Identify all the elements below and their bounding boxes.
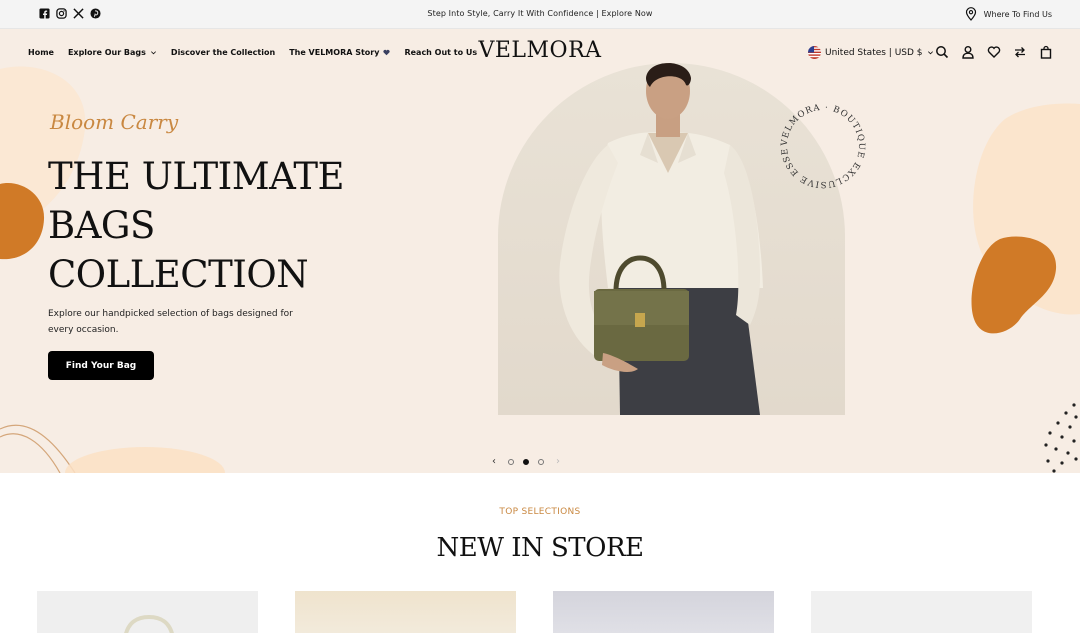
slider-dot-1[interactable] bbox=[508, 458, 514, 465]
header-actions bbox=[935, 45, 1053, 59]
hero-slider-controls: ‹ › bbox=[489, 456, 563, 467]
hero-script-title: Bloom Carry bbox=[50, 110, 179, 134]
us-flag-icon bbox=[808, 46, 821, 59]
decor-dots bbox=[1044, 403, 1078, 473]
compare-icon[interactable] bbox=[1013, 45, 1027, 59]
decor-blob-bottom bbox=[65, 447, 225, 473]
product-card[interactable] bbox=[811, 591, 1032, 633]
product-image bbox=[295, 591, 516, 633]
product-image bbox=[811, 591, 1032, 633]
region-currency-selector[interactable]: United States | USD $ bbox=[808, 46, 934, 59]
boutique-badge: VELMORA · BOUTIQUE EXCLUSIVE ESSENTIALS … bbox=[775, 98, 866, 189]
account-icon[interactable] bbox=[961, 45, 975, 59]
product-image bbox=[124, 614, 174, 633]
region-label: United States | USD $ bbox=[825, 47, 923, 58]
product-grid bbox=[37, 591, 1032, 633]
find-us-link[interactable]: Where To Find Us bbox=[965, 7, 1052, 21]
cart-icon[interactable] bbox=[1039, 45, 1053, 59]
section-eyebrow: TOP SELECTIONS bbox=[499, 507, 581, 517]
headline-line: COLLECTION bbox=[48, 253, 309, 296]
badge-text: VELMORA · BOUTIQUE EXCLUSIVE ESSENTIALS … bbox=[775, 98, 865, 189]
chevron-down-icon bbox=[927, 51, 933, 55]
decor-blob-orange-right bbox=[971, 236, 1057, 334]
hero-description: Explore our handpicked selection of bags… bbox=[48, 309, 293, 335]
decor-blob-orange-left bbox=[0, 183, 45, 260]
headline-line: BAGS bbox=[48, 204, 155, 247]
find-us-label: Where To Find Us bbox=[983, 9, 1052, 19]
top-bar: Step Into Style, Carry It With Confidenc… bbox=[0, 0, 1080, 29]
slider-dot-2[interactable] bbox=[523, 458, 529, 465]
wishlist-icon[interactable] bbox=[987, 45, 1001, 59]
product-image bbox=[553, 591, 774, 633]
announcement-bar[interactable]: Step Into Style, Carry It With Confidenc… bbox=[0, 9, 1080, 18]
slider-dot-3[interactable] bbox=[538, 458, 544, 465]
search-icon[interactable] bbox=[935, 45, 949, 59]
product-card[interactable] bbox=[37, 591, 258, 633]
section-title: NEW IN STORE bbox=[436, 533, 644, 563]
headline-line: THE ULTIMATE bbox=[48, 155, 345, 198]
hero-headline: THE ULTIMATE BAGS COLLECTION bbox=[48, 152, 408, 299]
svg-text:VELMORA · BOUTIQUE EXCLUSIVE E: VELMORA · BOUTIQUE EXCLUSIVE ESSENTIALS … bbox=[775, 98, 866, 189]
location-pin-icon bbox=[965, 7, 976, 21]
product-card[interactable] bbox=[295, 591, 516, 633]
slider-next-button[interactable]: › bbox=[553, 456, 563, 467]
product-card[interactable] bbox=[553, 591, 774, 633]
slider-prev-button[interactable]: ‹ bbox=[489, 456, 499, 467]
find-your-bag-button[interactable]: Find Your Bag bbox=[48, 351, 154, 380]
